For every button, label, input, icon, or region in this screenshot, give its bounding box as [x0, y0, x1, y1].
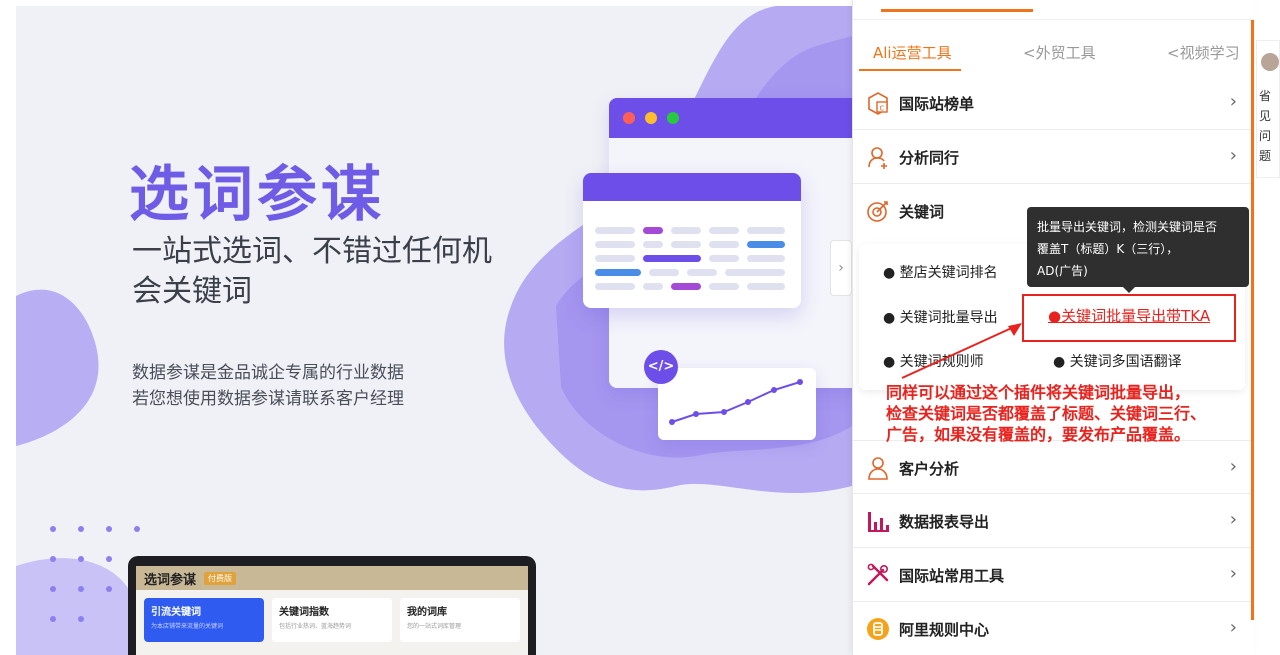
submenu-item-export-tka[interactable]: ●关键词批量导出带TKA	[1048, 305, 1210, 326]
laptop-card: 关键词指数 包括行业热词、蓝海趋势词	[272, 598, 392, 642]
promo-title: 选词参谋	[129, 160, 385, 230]
laptop-card-desc: 包括行业热词、蓝海趋势词	[279, 623, 352, 630]
box-icon: C	[868, 92, 888, 115]
collapse-panel-button[interactable]: ›	[830, 240, 852, 296]
annotation-line: 同样可以通过这个插件将关键词批量导出，	[886, 383, 1191, 402]
side-widget-char: 见	[1259, 109, 1272, 123]
menu-row-label: 客户分析	[899, 460, 960, 478]
menu-row-label: 阿里规则中心	[899, 621, 990, 639]
chevron-right-icon: ›	[1229, 617, 1237, 638]
laptop-title: 选词参谋	[144, 572, 197, 588]
annotation-line: 检查关键词是否都覆盖了标题、关键词三行、	[886, 404, 1207, 423]
laptop-card-title: 关键词指数	[279, 607, 329, 618]
tools-icon	[867, 563, 889, 586]
laptop-card: 引流关键词 为本店铺带来流量的关键词	[144, 598, 264, 642]
laptop-illustration: 选词参谋 付费版 引流关键词 为本店铺带来流量的关键词 关键词指数 包括行业热词…	[128, 556, 536, 655]
chevron-right-icon: ›	[1229, 563, 1237, 584]
side-widget-char: 问	[1259, 129, 1272, 143]
menu-row-report-export[interactable]: 数据报表导出 ›	[853, 494, 1251, 548]
target-icon	[867, 201, 888, 222]
user-icon	[868, 457, 888, 480]
active-top-tab-indicator	[881, 9, 1033, 12]
menu-row-label: 国际站榜单	[899, 95, 975, 113]
tab-video-learning[interactable]: <视频学习	[1167, 42, 1240, 63]
menu-row-competitors[interactable]: 分析同行 ›	[853, 130, 1251, 184]
card-header-bar	[583, 173, 801, 201]
chevron-right-icon: ›	[1229, 145, 1237, 166]
annotation-text: 同样可以通过这个插件将关键词批量导出， 检查关键词是否都覆盖了标题、关键词三行、…	[886, 382, 1266, 445]
trend-line-icon	[669, 379, 803, 425]
menu-row-customers[interactable]: 客户分析 ›	[853, 440, 1251, 494]
laptop-screen: 选词参谋 付费版 引流关键词 为本店铺带来流量的关键词 关键词指数 包括行业热词…	[136, 566, 528, 655]
tab-trade-tools[interactable]: <外贸工具	[1023, 42, 1096, 63]
promo-subtitle: 一站式选词、不错过任何机会关键词	[132, 234, 492, 309]
tooltip-line: 覆盖T（标题）K（三行），	[1037, 242, 1179, 256]
window-title-bar	[609, 98, 852, 138]
side-widget[interactable]: 省 见 问 题	[1256, 40, 1280, 178]
submenu-item-translate[interactable]: ● 关键词多国语翻译	[1053, 351, 1182, 371]
svg-text:C: C	[880, 105, 885, 113]
tooltip: 批量导出关键词，检测关键词是否 覆盖T（标题）K（三行）， AD(广告)	[1027, 207, 1249, 293]
menu-row-rules-center[interactable]: 阿里规则中心 ›	[853, 602, 1251, 655]
laptop-card-title: 引流关键词	[151, 607, 201, 618]
chevron-right-icon: ›	[1229, 91, 1237, 112]
menu-row-label: 关键词	[899, 203, 945, 221]
laptop-card-desc: 您的一站式词库管理	[407, 623, 462, 630]
laptop-card-title: 我的词库	[407, 607, 447, 618]
person-plus-icon	[868, 147, 887, 169]
promo-desc-line: 若您想使用数据参谋请联系客户经理	[132, 389, 404, 409]
tooltip-line: AD(广告)	[1037, 264, 1088, 278]
laptop-header: 选词参谋 付费版	[136, 566, 528, 590]
laptop-card: 我的词库 您的一站式词库管理	[400, 598, 520, 642]
bar-chart-icon	[868, 512, 889, 532]
code-icon: </>	[644, 350, 678, 384]
laptop-cards: 引流关键词 为本店铺带来流量的关键词 关键词指数 包括行业热词、蓝海趋势词 我的…	[136, 590, 528, 650]
side-widget-char: 题	[1259, 149, 1272, 163]
chevron-right-icon: ›	[1229, 509, 1237, 530]
menu-row-label: 分析同行	[899, 149, 960, 167]
badge-icon	[867, 618, 889, 640]
submenu-item-rank[interactable]: ● 整店关键词排名	[883, 262, 998, 282]
laptop-card-desc: 为本店铺带来流量的关键词	[151, 623, 224, 630]
version-badge: 付费版	[204, 571, 237, 585]
menu-row-rankings[interactable]: C 国际站榜单 ›	[853, 76, 1251, 130]
panel-top-strip	[853, 0, 1255, 20]
active-tab-indicator	[859, 69, 961, 71]
tooltip-line: 批量导出关键词，检测关键词是否	[1037, 220, 1218, 234]
avatar	[1261, 53, 1279, 71]
panel-tabs: Ali运营工具 <外贸工具 <视频学习	[853, 36, 1251, 72]
menu-row-common-tools[interactable]: 国际站常用工具 ›	[853, 548, 1251, 602]
line-chart-card-illustration	[658, 368, 816, 440]
chevron-right-icon: ›	[1229, 456, 1237, 477]
promo-desc-line: 数据参谋是金品诚企专属的行业数据	[132, 363, 404, 383]
promo-description: 数据参谋是金品诚企专属的行业数据 若您想使用数据参谋请联系客户经理	[132, 360, 404, 412]
table-card-illustration	[583, 173, 801, 308]
annotation-line: 广告，如果没有覆盖的，要发布产品覆盖。	[886, 425, 1191, 444]
annotation-arrow-icon	[901, 323, 1022, 379]
tab-ali-tools[interactable]: Ali运营工具	[873, 42, 952, 63]
promo-banner: 选词参谋 一站式选词、不错过任何机会关键词 数据参谋是金品诚企专属的行业数据 若…	[16, 6, 852, 655]
menu-row-label: 数据报表导出	[899, 513, 990, 531]
side-widget-char: 省	[1259, 89, 1272, 103]
menu-row-label: 国际站常用工具	[899, 567, 1005, 585]
scrollbar[interactable]	[1251, 20, 1254, 620]
